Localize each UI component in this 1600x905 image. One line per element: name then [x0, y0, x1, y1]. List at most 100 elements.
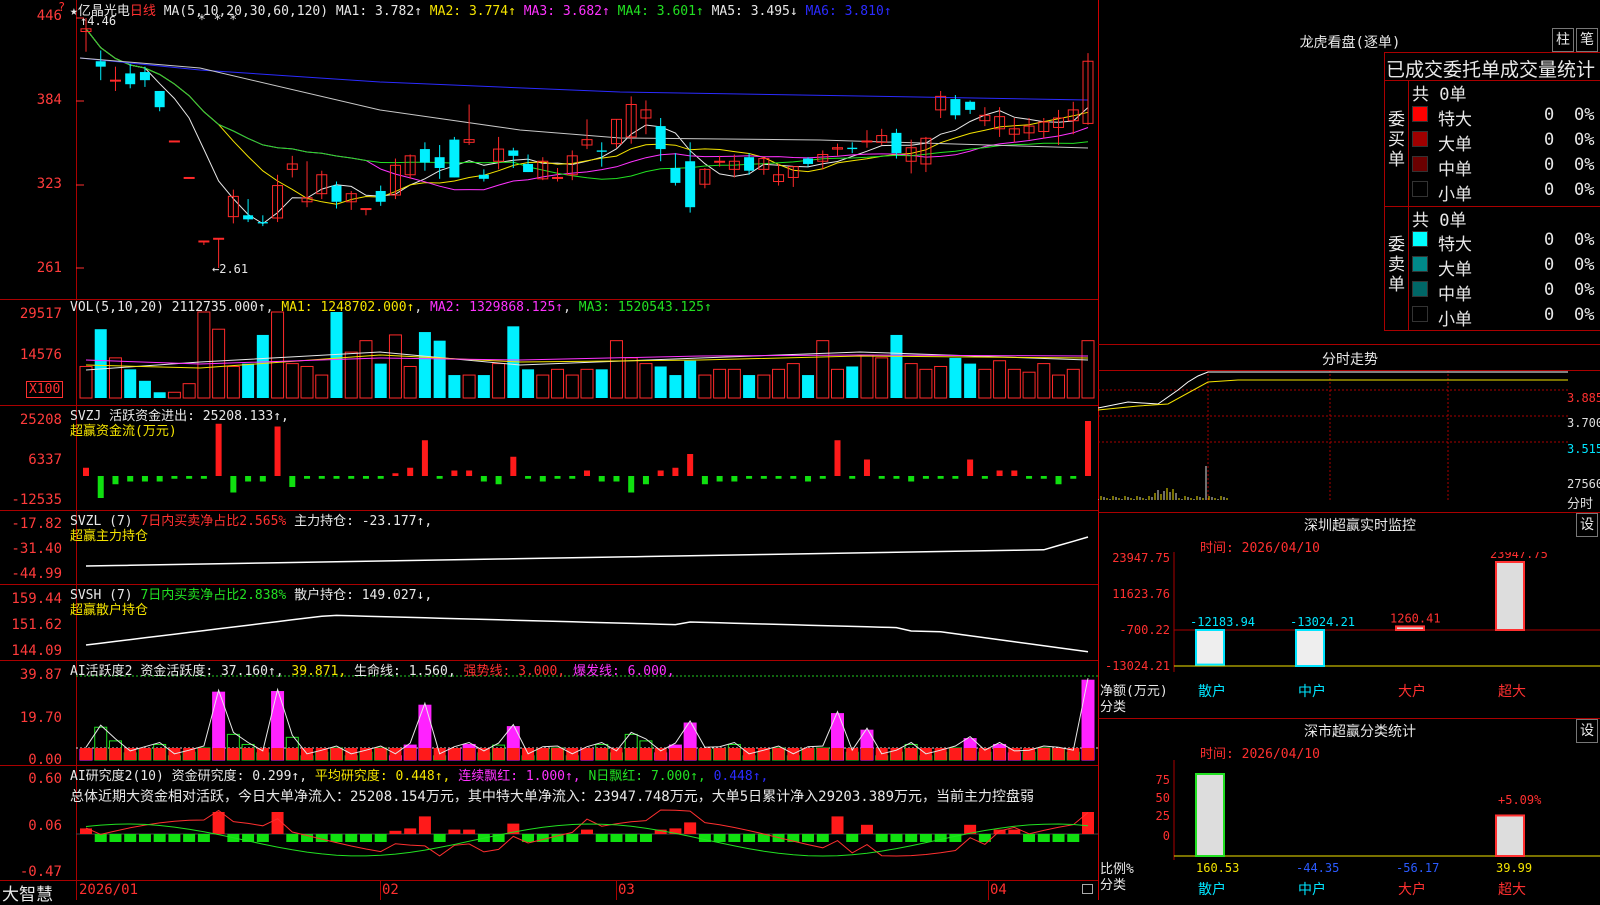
ma-value-2: MA2: 3.774↑: [421, 4, 516, 19]
order-book-title: 龙虎看盘(逐单): [1299, 35, 1401, 51]
volume-bar: [433, 340, 446, 398]
fund-flow-bar: [215, 423, 222, 476]
fund-flow-bar: [996, 470, 1003, 476]
question-icon[interactable]: ?: [58, 0, 65, 14]
volume-bar: [919, 368, 933, 399]
buy-row-1: 特大 0 0%: [1412, 105, 1600, 130]
svzl-subtitle: 超赢主力持仓: [70, 529, 149, 544]
classify-settings-button[interactable]: 设: [1576, 719, 1598, 743]
ma-value-4: MA4: 3.601↑: [609, 4, 704, 19]
volume-bar: [727, 368, 741, 399]
volume-bar: [448, 375, 461, 398]
candle-body: [744, 157, 755, 171]
volume-bar: [684, 360, 697, 398]
candle-body: [360, 208, 372, 211]
active-base-bar: [728, 748, 741, 760]
research-bar: [1037, 834, 1050, 842]
active-base-bar: [831, 748, 844, 760]
monitor-category-label: 超大: [1498, 684, 1526, 700]
active-base-bar: [698, 748, 711, 760]
color-swatch: [1412, 106, 1428, 122]
volume-bar: [816, 340, 830, 399]
volume-bar: [993, 360, 1007, 399]
volume-bar: [609, 340, 623, 399]
research-bar: [124, 834, 137, 842]
research-bar: [463, 829, 476, 834]
candle-body: [478, 174, 489, 179]
active-base-bar: [404, 748, 417, 760]
order-percent: 0%: [1574, 130, 1595, 150]
color-swatch: [1412, 156, 1428, 172]
star-icon[interactable]: ★: [70, 4, 78, 19]
tab-tick[interactable]: 笔: [1576, 28, 1598, 52]
volume-bar: [462, 374, 476, 399]
research-bar: [890, 834, 903, 842]
monitor-bar: [1395, 625, 1425, 631]
monitor-value-label: -13024.21: [1290, 615, 1355, 629]
candle-body: [891, 132, 902, 154]
svsh-ytick: 159.44: [11, 591, 62, 607]
research-bar: [153, 834, 166, 842]
research-bar: [1008, 829, 1021, 834]
active-base-bar: [639, 748, 652, 760]
classify-percent-label: +5.09%: [1498, 793, 1542, 807]
volume-bar: [315, 374, 329, 399]
price-ytick: 261: [36, 260, 62, 276]
color-swatch: [1412, 256, 1428, 272]
classify-ytick: 50: [1156, 791, 1170, 805]
fund-flow-bar: [775, 476, 782, 479]
price-legend: ★亿晶光电日线 MA(5,10,20,30,60,120) MA1: 3.782…: [70, 0, 892, 19]
volume-bar: [1052, 374, 1066, 399]
classify-category-label: 超大: [1498, 882, 1526, 898]
research-bar: [566, 834, 579, 842]
order-size-label: 小单: [1438, 310, 1472, 330]
monitor-category-label: 散户: [1198, 683, 1226, 700]
research-bar: [168, 834, 181, 842]
active-base-bar: [1037, 748, 1050, 760]
period-label[interactable]: 日线: [130, 4, 156, 19]
svzl-position: 主力持仓: -23.177↑,: [294, 514, 433, 529]
fund-flow-bar: [598, 476, 605, 482]
vol-legend: VOL(5,10,20) 2112735.000↑, MA1: 1248702.…: [70, 300, 712, 315]
color-swatch: [1412, 306, 1428, 322]
sell-row-4: 小单 0 0%: [1412, 305, 1600, 330]
order-divider: [1384, 52, 1600, 53]
active-base-bar: [271, 748, 284, 760]
ma-value-5: MA5: 3.495↓: [703, 4, 798, 19]
svsh-line: [85, 614, 1089, 653]
active-base-bar: [816, 748, 829, 760]
active-base-bar: [212, 748, 225, 760]
tab-column[interactable]: 柱: [1552, 28, 1574, 52]
research-bar: [374, 834, 387, 842]
candle-body: [449, 139, 460, 178]
classify-value-label: -56.17: [1396, 861, 1439, 875]
active-base-bar: [80, 748, 92, 760]
intraday-chart[interactable]: [1098, 370, 1568, 510]
active-base-bar: [507, 748, 520, 760]
volume-bar: [1066, 368, 1080, 399]
candle-body: [508, 150, 519, 156]
lock-icon[interactable]: [1082, 884, 1093, 894]
monitor-settings-button[interactable]: 设: [1576, 513, 1598, 537]
volume-bar: [1081, 340, 1095, 399]
fund-flow-bar: [83, 467, 89, 476]
active-base-bar: [964, 748, 977, 760]
fund-flow-bar: [981, 476, 988, 479]
candle-body: [685, 161, 696, 208]
sell-row-1: 特大 0 0%: [1412, 230, 1600, 255]
active-base-bar: [772, 748, 785, 760]
order-divider: [1384, 330, 1600, 331]
active-base-bar: [949, 748, 962, 760]
fund-flow-bar: [642, 476, 649, 485]
fund-flow-bar: [348, 476, 355, 479]
fund-flow-bar: [1040, 476, 1047, 479]
volume-bar: [182, 383, 196, 399]
ai-active-label: AI活跃度2: [70, 664, 133, 679]
volume-bar: [388, 334, 402, 399]
active-base-bar: [993, 748, 1006, 760]
active-base-bar: [286, 748, 299, 760]
volume-bar: [890, 334, 903, 398]
research-bar: [610, 834, 623, 842]
active-base-bar: [227, 748, 240, 760]
research-bar: [816, 834, 829, 842]
